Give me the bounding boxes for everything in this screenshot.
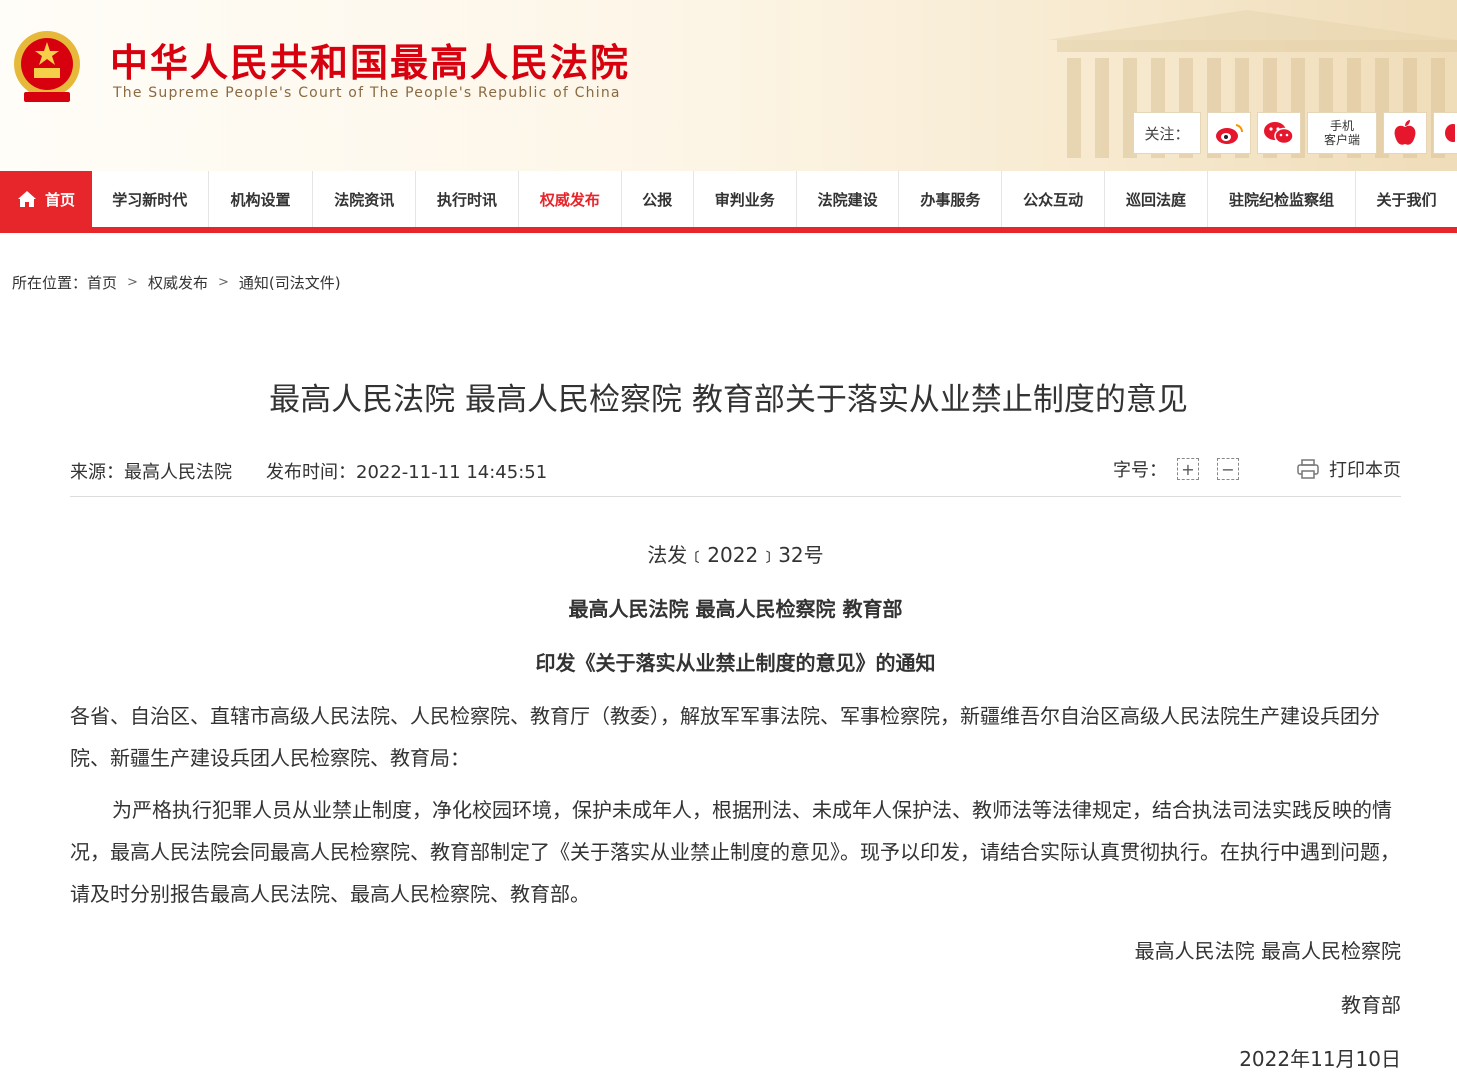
nav-item-study[interactable]: 学习新时代: [92, 171, 209, 227]
nav-label: 公报: [642, 190, 673, 209]
nav-label: 公众互动: [1023, 190, 1084, 209]
signature-line-1: 最高人民法院 最高人民检察院: [1134, 939, 1401, 963]
nav-item-court-news[interactable]: 法院资讯: [313, 171, 417, 227]
breadcrumb-item-release[interactable]: 权威发布: [148, 272, 208, 293]
nav-label: 驻院纪检监察组: [1229, 190, 1335, 209]
nav-item-gazette[interactable]: 公报: [622, 171, 694, 227]
home-icon: [17, 191, 36, 207]
nav-item-services[interactable]: 办事服务: [899, 171, 1003, 227]
site-header: 中华人民共和国最高人民法院 The Supreme People's Court…: [0, 0, 1457, 171]
mobile-client-line1: 手机: [1329, 119, 1354, 133]
site-title: 中华人民共和国最高人民法院: [110, 41, 631, 85]
issuing-bodies: 最高人民法院 最高人民检察院 教育部: [568, 597, 903, 621]
font-increase-button[interactable]: +: [1177, 458, 1199, 480]
nav-label: 办事服务: [920, 190, 981, 209]
apple-icon[interactable]: [1383, 112, 1427, 154]
article-publish-time: 发布时间：2022-11-11 14:45:51: [266, 462, 548, 483]
nav-label: 首页: [44, 190, 75, 209]
mobile-client-line2: 客户端: [1323, 133, 1360, 147]
nav-item-execution-news[interactable]: 执行时讯: [416, 171, 519, 227]
notice-title: 印发《关于落实从业禁止制度的意见》的通知: [535, 651, 936, 675]
nav-item-discipline-inspection[interactable]: 驻院纪检监察组: [1208, 171, 1357, 227]
nav-label: 关于我们: [1376, 190, 1437, 209]
mobile-client-button[interactable]: 手机 客户端: [1307, 112, 1377, 154]
nav-item-court-building[interactable]: 法院建设: [797, 171, 900, 227]
signature-line-2: 教育部: [1341, 993, 1401, 1017]
weibo-icon[interactable]: [1207, 112, 1251, 154]
body-paragraph: 为严格执行犯罪人员从业禁止制度，净化校园环境，保护未成年人，根据刑法、未成年人保…: [70, 798, 1400, 906]
national-emblem-icon: [14, 31, 80, 102]
nav-label: 机构设置: [230, 190, 291, 209]
article-meta: 来源：最高人民法院 发布时间：2022-11-11 14:45:51 字号： +…: [70, 456, 1401, 497]
nav-label: 执行时讯: [437, 190, 498, 209]
printer-icon: [1297, 459, 1319, 479]
nav-label: 审判业务: [714, 190, 775, 209]
nav-item-trial-business[interactable]: 审判业务: [694, 171, 797, 227]
article-source: 来源：最高人民法院: [70, 462, 232, 483]
breadcrumb-prefix: 所在位置：: [12, 274, 88, 292]
signature-date: 2022年11月10日: [1239, 1047, 1401, 1071]
nav-item-authoritative-release[interactable]: 权威发布: [519, 171, 622, 227]
print-button[interactable]: 打印本页: [1297, 456, 1401, 482]
breadcrumb: 所在位置： 首页 > 权威发布 > 通知(司法文件): [12, 272, 341, 293]
more-follow-icon[interactable]: [1433, 112, 1457, 154]
nav-label: 法院资讯: [334, 190, 395, 209]
font-size-label: 字号：: [1113, 460, 1167, 481]
breadcrumb-item-home[interactable]: 首页: [87, 272, 117, 293]
nav-item-home[interactable]: 首页: [0, 171, 92, 227]
site-subtitle: The Supreme People's Court of The People…: [113, 85, 621, 101]
follow-bar: 关注： 手机 客户端: [1133, 112, 1457, 154]
main-nav: 首页 学习新时代 机构设置 法院资讯 执行时讯 权威发布 公报 审判业务 法院建…: [0, 171, 1457, 233]
follow-label: 关注：: [1133, 112, 1201, 154]
document-number: 法发﹝2022﹞32号: [647, 543, 824, 567]
chevron-right-icon: >: [217, 275, 229, 290]
breadcrumb-item-notice[interactable]: 通知(司法文件): [239, 272, 341, 293]
nav-item-circuit-courts[interactable]: 巡回法庭: [1105, 171, 1208, 227]
chevron-right-icon: >: [127, 275, 138, 290]
nav-item-public-interaction[interactable]: 公众互动: [1002, 171, 1106, 227]
nav-label: 权威发布: [539, 190, 600, 209]
font-decrease-button[interactable]: −: [1217, 458, 1239, 480]
print-label: 打印本页: [1329, 460, 1401, 481]
nav-label: 学习新时代: [112, 190, 188, 209]
wechat-icon[interactable]: [1257, 112, 1301, 154]
nav-label: 巡回法庭: [1125, 190, 1186, 209]
article-title: 最高人民法院 最高人民检察院 教育部关于落实从业禁止制度的意见: [269, 382, 1188, 418]
addressee-paragraph: 各省、自治区、直辖市高级人民法院、人民检察院、教育厅（教委），解放军军事法院、军…: [70, 704, 1380, 770]
nav-item-about-us[interactable]: 关于我们: [1356, 171, 1457, 227]
nav-item-organization[interactable]: 机构设置: [209, 171, 314, 227]
nav-label: 法院建设: [817, 190, 878, 209]
